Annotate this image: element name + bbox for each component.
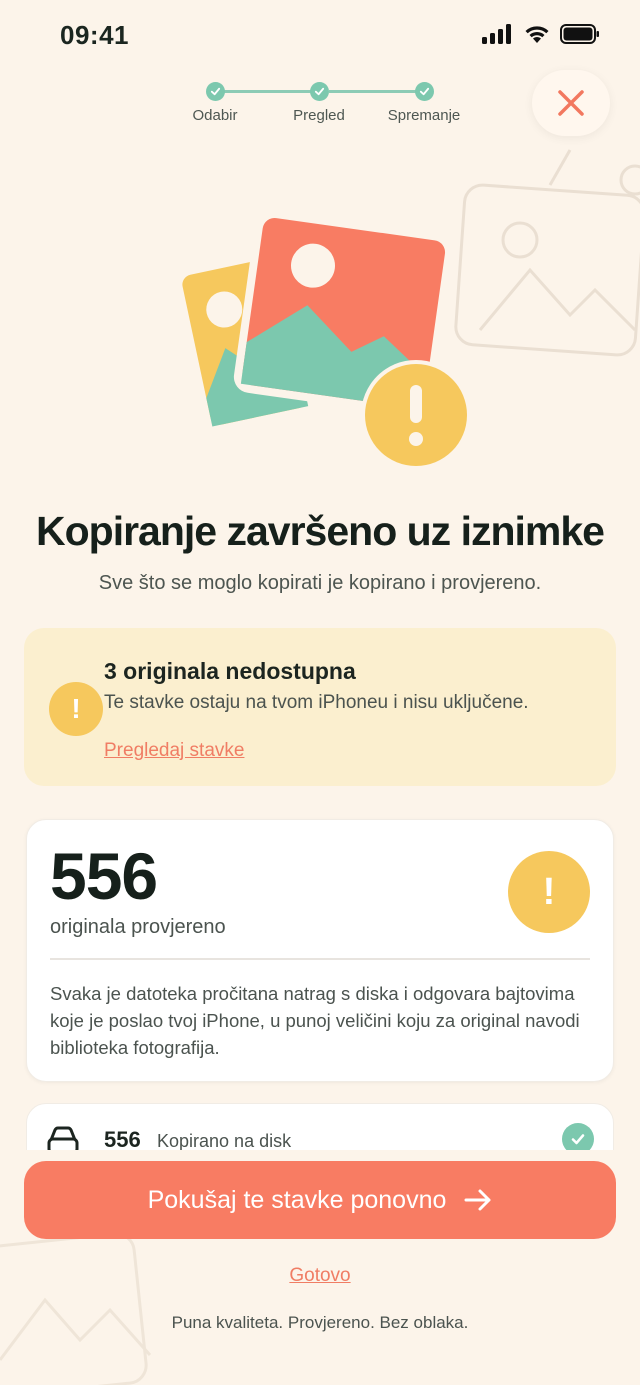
step-complete-check-icon	[310, 82, 329, 101]
copied-label: Kopirano na disk	[157, 1131, 292, 1151]
warning-description: Te stavke ostaju na tvom iPhoneu i nisu …	[104, 692, 529, 713]
verification-description: Svaka je datoteka pročitana natrag s dis…	[50, 983, 580, 1058]
battery-icon	[560, 24, 599, 44]
warning-icon: !	[508, 851, 590, 933]
review-items-link[interactable]: Pregledaj stavke	[104, 740, 244, 762]
close-button[interactable]	[532, 70, 610, 136]
step-connector	[329, 90, 417, 93]
step-label-review: Pregled	[293, 107, 345, 124]
step-complete-check-icon	[415, 82, 434, 101]
cellular-signal-icon	[482, 24, 511, 44]
verified-count: 556	[50, 839, 158, 913]
divider	[50, 958, 590, 960]
status-icons	[482, 24, 600, 44]
warning-title: 3 originala nedostupna	[104, 658, 356, 684]
photos-warning-illustration	[176, 215, 471, 470]
step-complete-check-icon	[206, 82, 225, 101]
warning-icon: !	[49, 682, 103, 736]
step-connector	[224, 90, 312, 93]
wifi-icon	[525, 26, 549, 43]
retry-items-label: Pokušaj te stavke ponovno	[147, 1185, 447, 1214]
retry-items-button[interactable]: Pokušaj te stavke ponovno	[24, 1161, 616, 1239]
done-link[interactable]: Gotovo	[0, 1265, 640, 1287]
step-label-select: Odabir	[192, 107, 238, 124]
status-time: 09:41	[60, 20, 129, 50]
step-label-save: Spremanje	[387, 107, 461, 124]
page-subtitle: Sve što se moglo kopirati je kopirano i …	[98, 572, 542, 594]
footer-tagline: Puna kvaliteta. Provjereno. Bez oblaka.	[171, 1313, 469, 1332]
page-title: Kopiranje završeno uz iznimke	[36, 508, 605, 554]
arrow-right-icon	[464, 1189, 491, 1211]
verified-label: originala provjereno	[50, 916, 226, 938]
close-icon	[558, 90, 584, 116]
